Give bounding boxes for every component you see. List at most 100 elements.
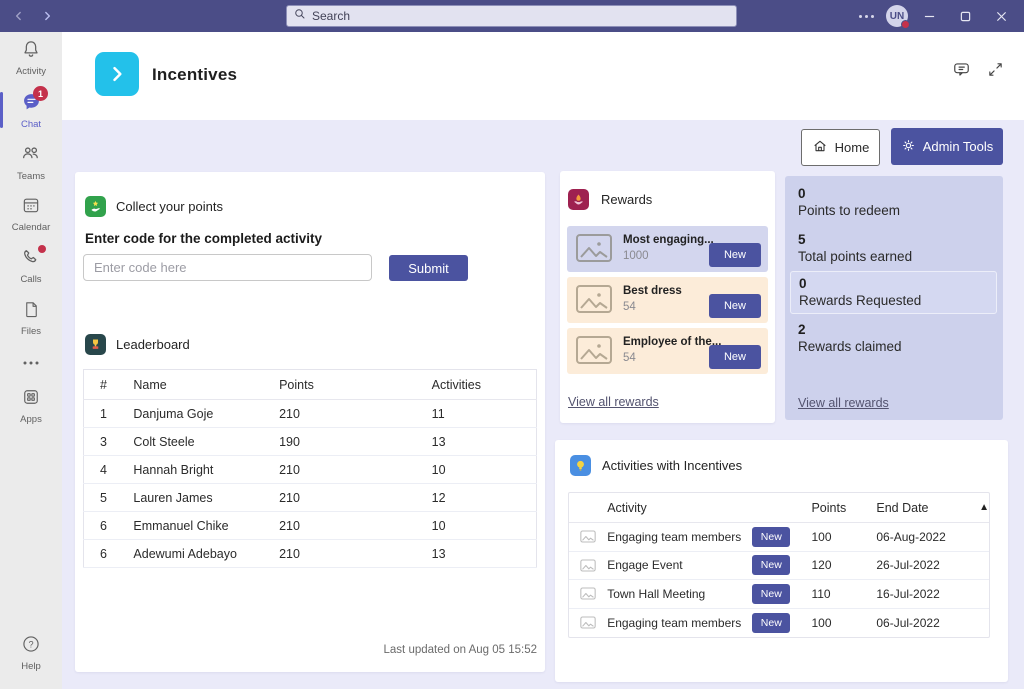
search-input[interactable]: Search	[286, 5, 737, 27]
activity-new-badge[interactable]: New	[752, 613, 790, 633]
activities-icon	[570, 455, 591, 476]
sidebar-item-chat[interactable]: Chat 1	[0, 84, 62, 136]
sidebar-item-calls[interactable]: Calls	[0, 240, 62, 292]
view-all-rewards-link[interactable]: View all rewards	[798, 396, 889, 410]
reward-points: 54	[623, 352, 636, 364]
stat-total-points-earned: 5 Total points earned	[785, 232, 912, 264]
avatar[interactable]: UN	[886, 5, 908, 27]
back-icon[interactable]	[12, 9, 26, 23]
tab-content: Home Admin Tools Collect your points Ent…	[62, 120, 1024, 689]
col-points: Points	[275, 370, 428, 400]
sidebar-label-files: Files	[21, 326, 41, 337]
reward-new-button[interactable]: New	[709, 243, 761, 267]
activities-header-row: Activity Points End Date ▲	[569, 493, 989, 523]
activities-table: Activity Points End Date ▲ Engaging team…	[568, 492, 990, 638]
table-row: 6Emmanuel Chike21010	[84, 512, 537, 540]
sidebar-item-more[interactable]	[0, 344, 62, 380]
image-placeholder-icon	[569, 559, 607, 572]
reward-points: 54	[623, 301, 636, 313]
image-placeholder-icon	[575, 335, 613, 370]
sidebar-item-help[interactable]: ? Help	[0, 627, 62, 679]
app-header: Incentives	[62, 32, 1024, 120]
more-options-icon[interactable]	[853, 15, 880, 18]
activity-new-badge[interactable]: New	[752, 555, 790, 575]
col-end-date[interactable]: End Date	[876, 501, 968, 515]
teams-window: Search UN Activity Chat 1 Teams	[0, 0, 1024, 689]
code-input[interactable]	[83, 254, 372, 281]
sidebar-label-calls: Calls	[20, 274, 41, 285]
reward-name: Most engaging...	[623, 234, 714, 246]
sidebar-label-apps: Apps	[20, 414, 42, 425]
collect-points-title: Collect your points	[116, 199, 223, 214]
maximize-button[interactable]	[950, 0, 980, 32]
admin-tools-label: Admin Tools	[923, 139, 994, 154]
title-bar: Search UN	[0, 0, 1024, 32]
activity-new-badge[interactable]: New	[752, 584, 790, 604]
leaderboard-title: Leaderboard	[116, 337, 190, 352]
leaderboard-header-row: # Name Points Activities	[84, 370, 537, 400]
table-row: 1Danjuma Goje21011	[84, 400, 537, 428]
sidebar-label-help: Help	[21, 661, 41, 672]
help-icon: ?	[21, 634, 41, 659]
image-placeholder-icon	[575, 233, 613, 268]
reward-name: Employee of the...	[623, 336, 721, 348]
last-updated-text: Last updated on Aug 05 15:52	[384, 644, 537, 656]
image-placeholder-icon	[569, 530, 607, 543]
image-placeholder-icon	[569, 616, 607, 629]
file-icon	[22, 300, 41, 324]
rewards-title: Rewards	[601, 192, 652, 207]
sidebar-item-teams[interactable]: Teams	[0, 136, 62, 188]
close-button[interactable]	[986, 0, 1016, 32]
table-row: 6Adewumi Adebayo21013	[84, 540, 537, 568]
incentives-app-icon	[95, 52, 139, 96]
house-icon	[812, 138, 828, 157]
presence-busy-dot	[901, 20, 910, 29]
calls-notification-dot	[38, 245, 46, 253]
table-row: 3Colt Steele19013	[84, 428, 537, 456]
activities-title: Activities with Incentives	[602, 458, 742, 473]
home-button[interactable]: Home	[801, 129, 880, 166]
sidebar-item-files[interactable]: Files	[0, 292, 62, 344]
collect-points-icon	[85, 196, 106, 217]
table-row: Engage Event New 120 26-Jul-2022	[569, 552, 989, 581]
sidebar-item-apps[interactable]: Apps	[0, 380, 62, 432]
stat-points-to-redeem: 0 Points to redeem	[785, 186, 900, 218]
leaderboard-icon	[85, 334, 106, 355]
admin-tools-button[interactable]: Admin Tools	[891, 128, 1003, 165]
table-row: Engaging team members New 100 06-Aug-202…	[569, 523, 989, 552]
submit-button[interactable]: Submit	[389, 255, 468, 281]
reward-new-button[interactable]: New	[709, 345, 761, 369]
teams-icon	[20, 142, 42, 169]
enter-code-label: Enter code for the completed activity	[85, 231, 322, 246]
col-name: Name	[129, 370, 275, 400]
reward-item[interactable]: Best dress 54 New	[567, 277, 768, 323]
sidebar-label-chat: Chat	[21, 119, 41, 130]
reward-item[interactable]: Most engaging... 1000 New	[567, 226, 768, 272]
activity-new-badge[interactable]: New	[752, 527, 790, 547]
feedback-icon[interactable]	[952, 60, 971, 84]
apps-grid-icon	[21, 387, 41, 412]
ellipsis-icon	[22, 353, 40, 371]
leaderboard-table: # Name Points Activities 1Danjuma Goje21…	[83, 369, 537, 568]
table-row: 5Lauren James21012	[84, 484, 537, 512]
sidebar-item-calendar[interactable]: Calendar	[0, 188, 62, 240]
table-row: Engaging team members New 100 06-Jul-202…	[569, 609, 989, 638]
expand-icon[interactable]	[987, 61, 1004, 83]
sidebar-label-calendar: Calendar	[12, 222, 51, 233]
sidebar-item-activity[interactable]: Activity	[0, 32, 62, 84]
table-row: Town Hall Meeting New 110 16-Jul-2022	[569, 580, 989, 609]
reward-new-button[interactable]: New	[709, 294, 761, 318]
stat-rewards-requested[interactable]: 0 Rewards Requested	[790, 271, 997, 314]
rewards-icon	[568, 189, 589, 210]
reward-item[interactable]: Employee of the... 54 New	[567, 328, 768, 374]
chat-unread-badge: 1	[33, 86, 48, 101]
view-all-rewards-link[interactable]: View all rewards	[568, 395, 659, 409]
table-row: 4Hannah Bright21010	[84, 456, 537, 484]
search-placeholder-text: Search	[312, 9, 350, 23]
forward-icon[interactable]	[40, 9, 54, 23]
col-rank: #	[84, 370, 130, 400]
reward-name: Best dress	[623, 285, 682, 297]
sort-ascending-icon[interactable]: ▲	[968, 502, 989, 513]
search-icon	[294, 7, 306, 25]
minimize-button[interactable]	[914, 0, 944, 32]
